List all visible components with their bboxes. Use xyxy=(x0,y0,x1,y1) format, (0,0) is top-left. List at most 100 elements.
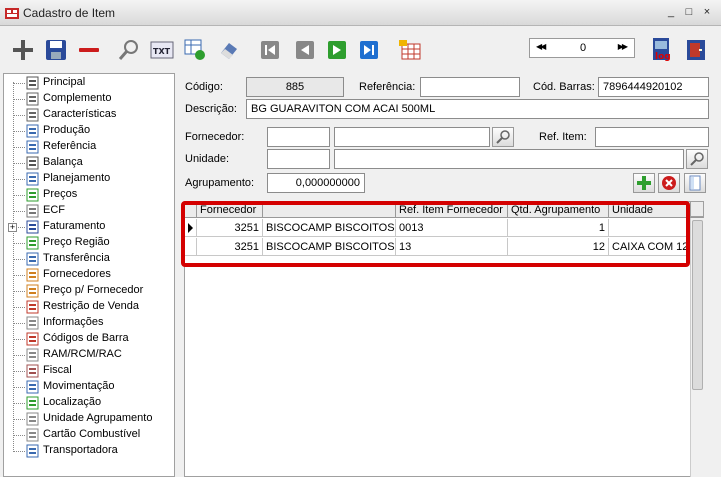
unidade-name-field[interactable] xyxy=(334,149,684,169)
list-icon xyxy=(25,76,40,90)
cell-nome[interactable]: BISCOCAMP BISCOITOS xyxy=(263,238,396,256)
next-record-icon[interactable] xyxy=(324,37,350,63)
tree-item-transportadora[interactable]: Transportadora xyxy=(4,443,174,459)
fornecedor-name-field[interactable] xyxy=(334,127,490,147)
tree-item-principal[interactable]: Principal xyxy=(4,75,174,91)
unidade-code-field[interactable] xyxy=(267,149,330,169)
tree-item-localiza-o[interactable]: Localização xyxy=(4,395,174,411)
tree-item-restri-o-de-venda[interactable]: Restrição de Venda xyxy=(4,299,174,315)
remove-icon[interactable] xyxy=(76,37,102,63)
col-qtd-agrupamento[interactable]: Qtd. Agrupamento xyxy=(508,202,609,218)
tree-item-label: Informações xyxy=(43,316,104,328)
document-icon xyxy=(25,348,40,362)
tree-item-faturamento[interactable]: + Faturamento xyxy=(4,219,174,235)
referencia-field[interactable] xyxy=(420,77,520,97)
delete-icon xyxy=(662,176,676,190)
cell-qtd[interactable]: 1 xyxy=(508,219,609,237)
add-icon[interactable] xyxy=(10,37,36,63)
plus-icon xyxy=(637,176,651,190)
row-indicator xyxy=(185,219,197,237)
search-icon xyxy=(496,130,510,144)
tree-item-refer-ncia[interactable]: Referência xyxy=(4,139,174,155)
tree-item-balan-a[interactable]: Balança xyxy=(4,155,174,171)
tree-item-pre-o-p-fornecedor[interactable]: Preço p/ Fornecedor xyxy=(4,283,174,299)
truck-icon xyxy=(25,444,40,458)
tree-item-c-digos-de-barra[interactable]: Códigos de Barra xyxy=(4,331,174,347)
save-icon[interactable] xyxy=(43,37,69,63)
ref-item-field[interactable] xyxy=(595,127,709,147)
table-view-icon[interactable] xyxy=(397,37,423,63)
info-icon xyxy=(25,316,40,330)
tree-item-pre-os[interactable]: Preços xyxy=(4,187,174,203)
cell-nome[interactable]: BISCOCAMP BISCOITOS xyxy=(263,219,396,237)
document-icon xyxy=(25,428,40,442)
cell-ref[interactable]: 0013 xyxy=(396,219,508,237)
eraser-icon[interactable] xyxy=(215,37,241,63)
grid-vertical-scrollbar[interactable] xyxy=(690,218,704,477)
txt-export-icon[interactable]: TXT xyxy=(149,37,175,63)
exit-icon[interactable] xyxy=(683,37,709,63)
window-title: Cadastro de Item xyxy=(23,6,116,20)
tree-item-complemento[interactable]: Complemento xyxy=(4,91,174,107)
tree-item-label: Preço Região xyxy=(43,236,110,248)
col-fornecedor[interactable]: Fornecedor xyxy=(197,202,263,218)
prev-record-icon[interactable] xyxy=(292,37,318,63)
first-record-icon[interactable] xyxy=(257,37,283,63)
agrupamento-field[interactable]: 0,000000000 xyxy=(267,173,365,193)
grid-refresh-icon[interactable] xyxy=(182,37,208,63)
cell-ref[interactable]: 13 xyxy=(396,238,508,256)
fornecedor-search-button[interactable] xyxy=(492,127,514,147)
table-row[interactable]: 3251 BISCOCAMP BISCOITOS 0013 1 xyxy=(185,219,703,237)
grid-add-button[interactable] xyxy=(633,173,655,193)
col-unidade[interactable]: Unidade xyxy=(609,202,689,218)
tree-item-transfer-ncia[interactable]: Transferência xyxy=(4,251,174,267)
tree-item-label: Fiscal xyxy=(43,364,72,376)
log-icon[interactable]: log xyxy=(648,37,674,63)
codigo-field[interactable]: 885 xyxy=(246,77,344,97)
fornecedor-code-field[interactable] xyxy=(267,127,330,147)
tree-item-caracter-sticas[interactable]: Características xyxy=(4,107,174,123)
tree-item-ram-rcm-rac[interactable]: RAM/RCM/RAC xyxy=(4,347,174,363)
grid-delete-button[interactable] xyxy=(658,173,680,193)
tree-item-label: Planejamento xyxy=(43,172,111,184)
search-icon[interactable] xyxy=(116,37,142,63)
tree-item-pre-o-regi-o[interactable]: Preço Região xyxy=(4,235,174,251)
tree-item-ecf[interactable]: ECF xyxy=(4,203,174,219)
descricao-field[interactable]: BG GUARAVITON COM ACAI 500ML xyxy=(246,99,709,119)
tree-item-fornecedores[interactable]: Fornecedores xyxy=(4,267,174,283)
cell-qtd[interactable]: 12 xyxy=(508,238,609,256)
tree-item-cart-o-combust-vel[interactable]: Cartão Combustível xyxy=(4,427,174,443)
tree-item-produ-o[interactable]: Produção xyxy=(4,123,174,139)
last-record-icon[interactable] xyxy=(356,37,382,63)
tree-item-informa-es[interactable]: Informações xyxy=(4,315,174,331)
grid-edit-button[interactable] xyxy=(684,173,706,193)
unidade-search-button[interactable] xyxy=(686,149,708,169)
cell-unidade[interactable] xyxy=(609,219,689,237)
tree-item-planejamento[interactable]: Planejamento xyxy=(4,171,174,187)
col-ref-item-fornecedor[interactable]: Ref. Item Fornecedor xyxy=(396,202,508,218)
cell-fornecedor[interactable]: 3251 xyxy=(197,219,263,237)
cell-fornecedor[interactable]: 3251 xyxy=(197,238,263,256)
tree-item-movimenta-o[interactable]: Movimentação xyxy=(4,379,174,395)
record-navigator[interactable]: ◀◀ 0 ▶▶ xyxy=(529,38,635,58)
table-row[interactable]: 3251 BISCOCAMP BISCOITOS 13 12 CAIXA COM… xyxy=(185,238,703,256)
reference-icon xyxy=(25,140,40,154)
tree-item-label: Fornecedores xyxy=(43,268,111,280)
col-nome[interactable] xyxy=(263,202,396,218)
tree-item-unidade-agrupamento[interactable]: Unidade Agrupamento xyxy=(4,411,174,427)
search-icon xyxy=(690,152,704,166)
close-button[interactable]: × xyxy=(699,5,715,20)
expand-icon[interactable]: + xyxy=(8,223,17,232)
svg-text:TXT: TXT xyxy=(153,47,171,56)
minimize-button[interactable]: _ xyxy=(663,5,679,20)
supplier-price-icon xyxy=(25,284,40,298)
row-indicator xyxy=(185,238,197,256)
prices-icon xyxy=(25,188,40,202)
tree-item-fiscal[interactable]: Fiscal xyxy=(4,363,174,379)
current-row-arrow-icon xyxy=(188,223,193,233)
cod-barras-field[interactable]: 7896444920102 xyxy=(598,77,709,97)
maximize-button[interactable]: □ xyxy=(681,5,697,20)
scrollbar-thumb[interactable] xyxy=(692,220,703,390)
cell-unidade[interactable]: CAIXA COM 12 xyxy=(609,238,689,256)
nav-last-icon[interactable]: ▶▶ xyxy=(618,42,628,51)
